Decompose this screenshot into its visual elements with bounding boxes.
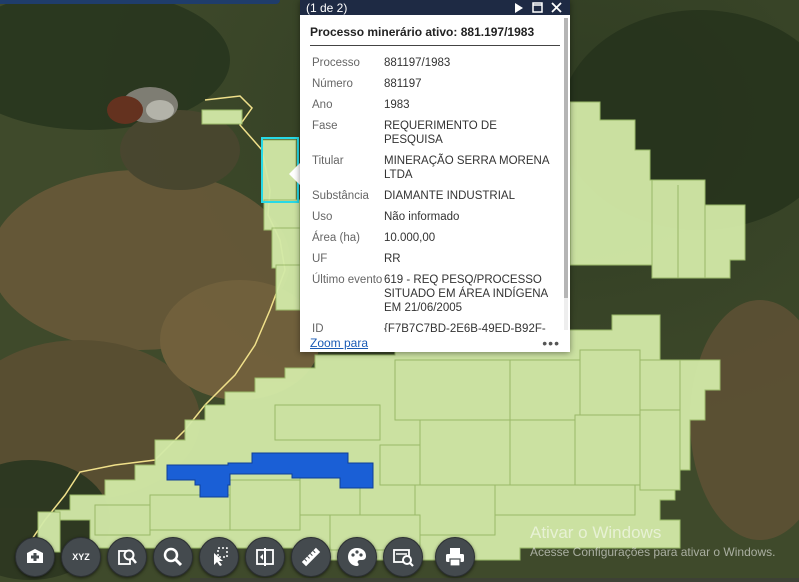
attr-row-titular: Titular MINERAÇÃO SERRA MORENA LTDA [300,154,564,182]
palette-icon [348,548,366,566]
attr-label: Ano [312,99,333,111]
attr-label: Fase [312,120,338,132]
identify-icon [118,549,137,565]
attr-value: 881197 [384,78,422,90]
attr-row-fase: Fase REQUERIMENTO DE PESQUISA [300,119,564,147]
attr-label: UF [312,253,328,265]
attr-label: Uso [312,211,333,223]
attr-row-uf: UF RR [300,252,564,266]
attr-label: Último evento [312,274,383,286]
attr-label: Número [312,78,353,90]
watermark-subtitle: Acesse Configurações para ativar o Windo… [530,545,776,559]
attr-row-processo: Processo 881197/1983 [300,56,564,70]
attribution-bar [190,578,799,582]
popup-footer: Zoom para ••• [300,334,570,352]
popup-pointer [289,163,300,185]
attr-value: 881197/1983 [384,57,451,69]
xyz-icon: XYZ [72,552,90,562]
attr-value: Não informado [384,211,460,223]
select-button[interactable] [199,537,239,577]
scrollbar-thumb[interactable] [564,18,568,298]
attribute-table: Processo 881197/1983 Número 881197 Ano 1… [300,50,564,332]
attr-row-id: ID {F7B7C7BD-2E6B-49ED-B92F- [300,322,564,332]
more-actions-button[interactable]: ••• [542,335,560,351]
attr-value: MINERAÇÃO SERRA MORENA LTDA [384,155,549,181]
attr-row-substancia: Substância DIAMANTE INDUSTRIAL [300,189,564,203]
swipe-button[interactable] [245,537,285,577]
popup-title: Processo minerário ativo: 881.197/1983 [310,25,560,46]
attr-value: RR [384,253,401,265]
attr-value: 1983 [384,99,410,111]
layers-icon [393,549,414,567]
search-button[interactable] [153,537,193,577]
app-header-strip [0,0,280,4]
attr-value: 10.000,00 [384,232,436,244]
printer-icon [446,548,464,567]
attr-row-ultimo-evento: Último evento 619 - REQ PESQ/PROCESSO SI… [300,273,564,315]
attr-value: REQUERIMENTO DE PESQUISA [384,120,497,146]
swipe-icon [256,548,274,566]
attr-value: DIAMANTE INDUSTRIAL [384,190,515,202]
attr-label: Processo [312,57,360,69]
feature-popup[interactable]: (1 de 2) Processo minerário ativo: 881.1… [300,0,570,352]
add-data-button[interactable] [15,537,55,577]
popup-scrollbar[interactable] [564,18,568,330]
xyz-coordinates-button[interactable]: XYZ [61,537,101,577]
watermark-title: Ativar o Windows [530,523,662,542]
attr-row-uso: Uso Não informado [300,210,564,224]
add-data-icon [27,549,43,563]
play-icon[interactable] [510,0,526,15]
zoom-to-link[interactable]: Zoom para [310,336,542,350]
basemap-button[interactable] [337,537,377,577]
identify-button[interactable] [107,537,147,577]
ruler-icon [301,547,321,567]
select-icon [214,547,228,566]
attr-label: Substância [312,190,369,202]
search-icon [163,547,183,567]
print-button[interactable] [435,537,475,577]
windows-activation-watermark: Ativar o Windows Acesse Configurações pa… [530,523,775,559]
attr-label: Área (ha) [312,232,360,244]
attr-value: {F7B7C7BD-2E6B-49ED-B92F- [384,323,546,332]
attr-label: ID [312,323,324,332]
popup-counter: (1 de 2) [306,0,348,15]
attr-label: Titular [312,155,344,167]
attr-value: 619 - REQ PESQ/PROCESSO SITUADO EM ÁREA … [384,274,548,314]
maximize-icon[interactable] [529,0,545,15]
layer-list-button[interactable] [383,537,423,577]
attr-row-area: Área (ha) 10.000,00 [300,231,564,245]
measure-button[interactable] [291,537,331,577]
attr-row-ano: Ano 1983 [300,98,564,112]
attr-row-numero: Número 881197 [300,77,564,91]
popup-header: (1 de 2) [300,0,570,15]
close-icon[interactable] [548,0,564,15]
